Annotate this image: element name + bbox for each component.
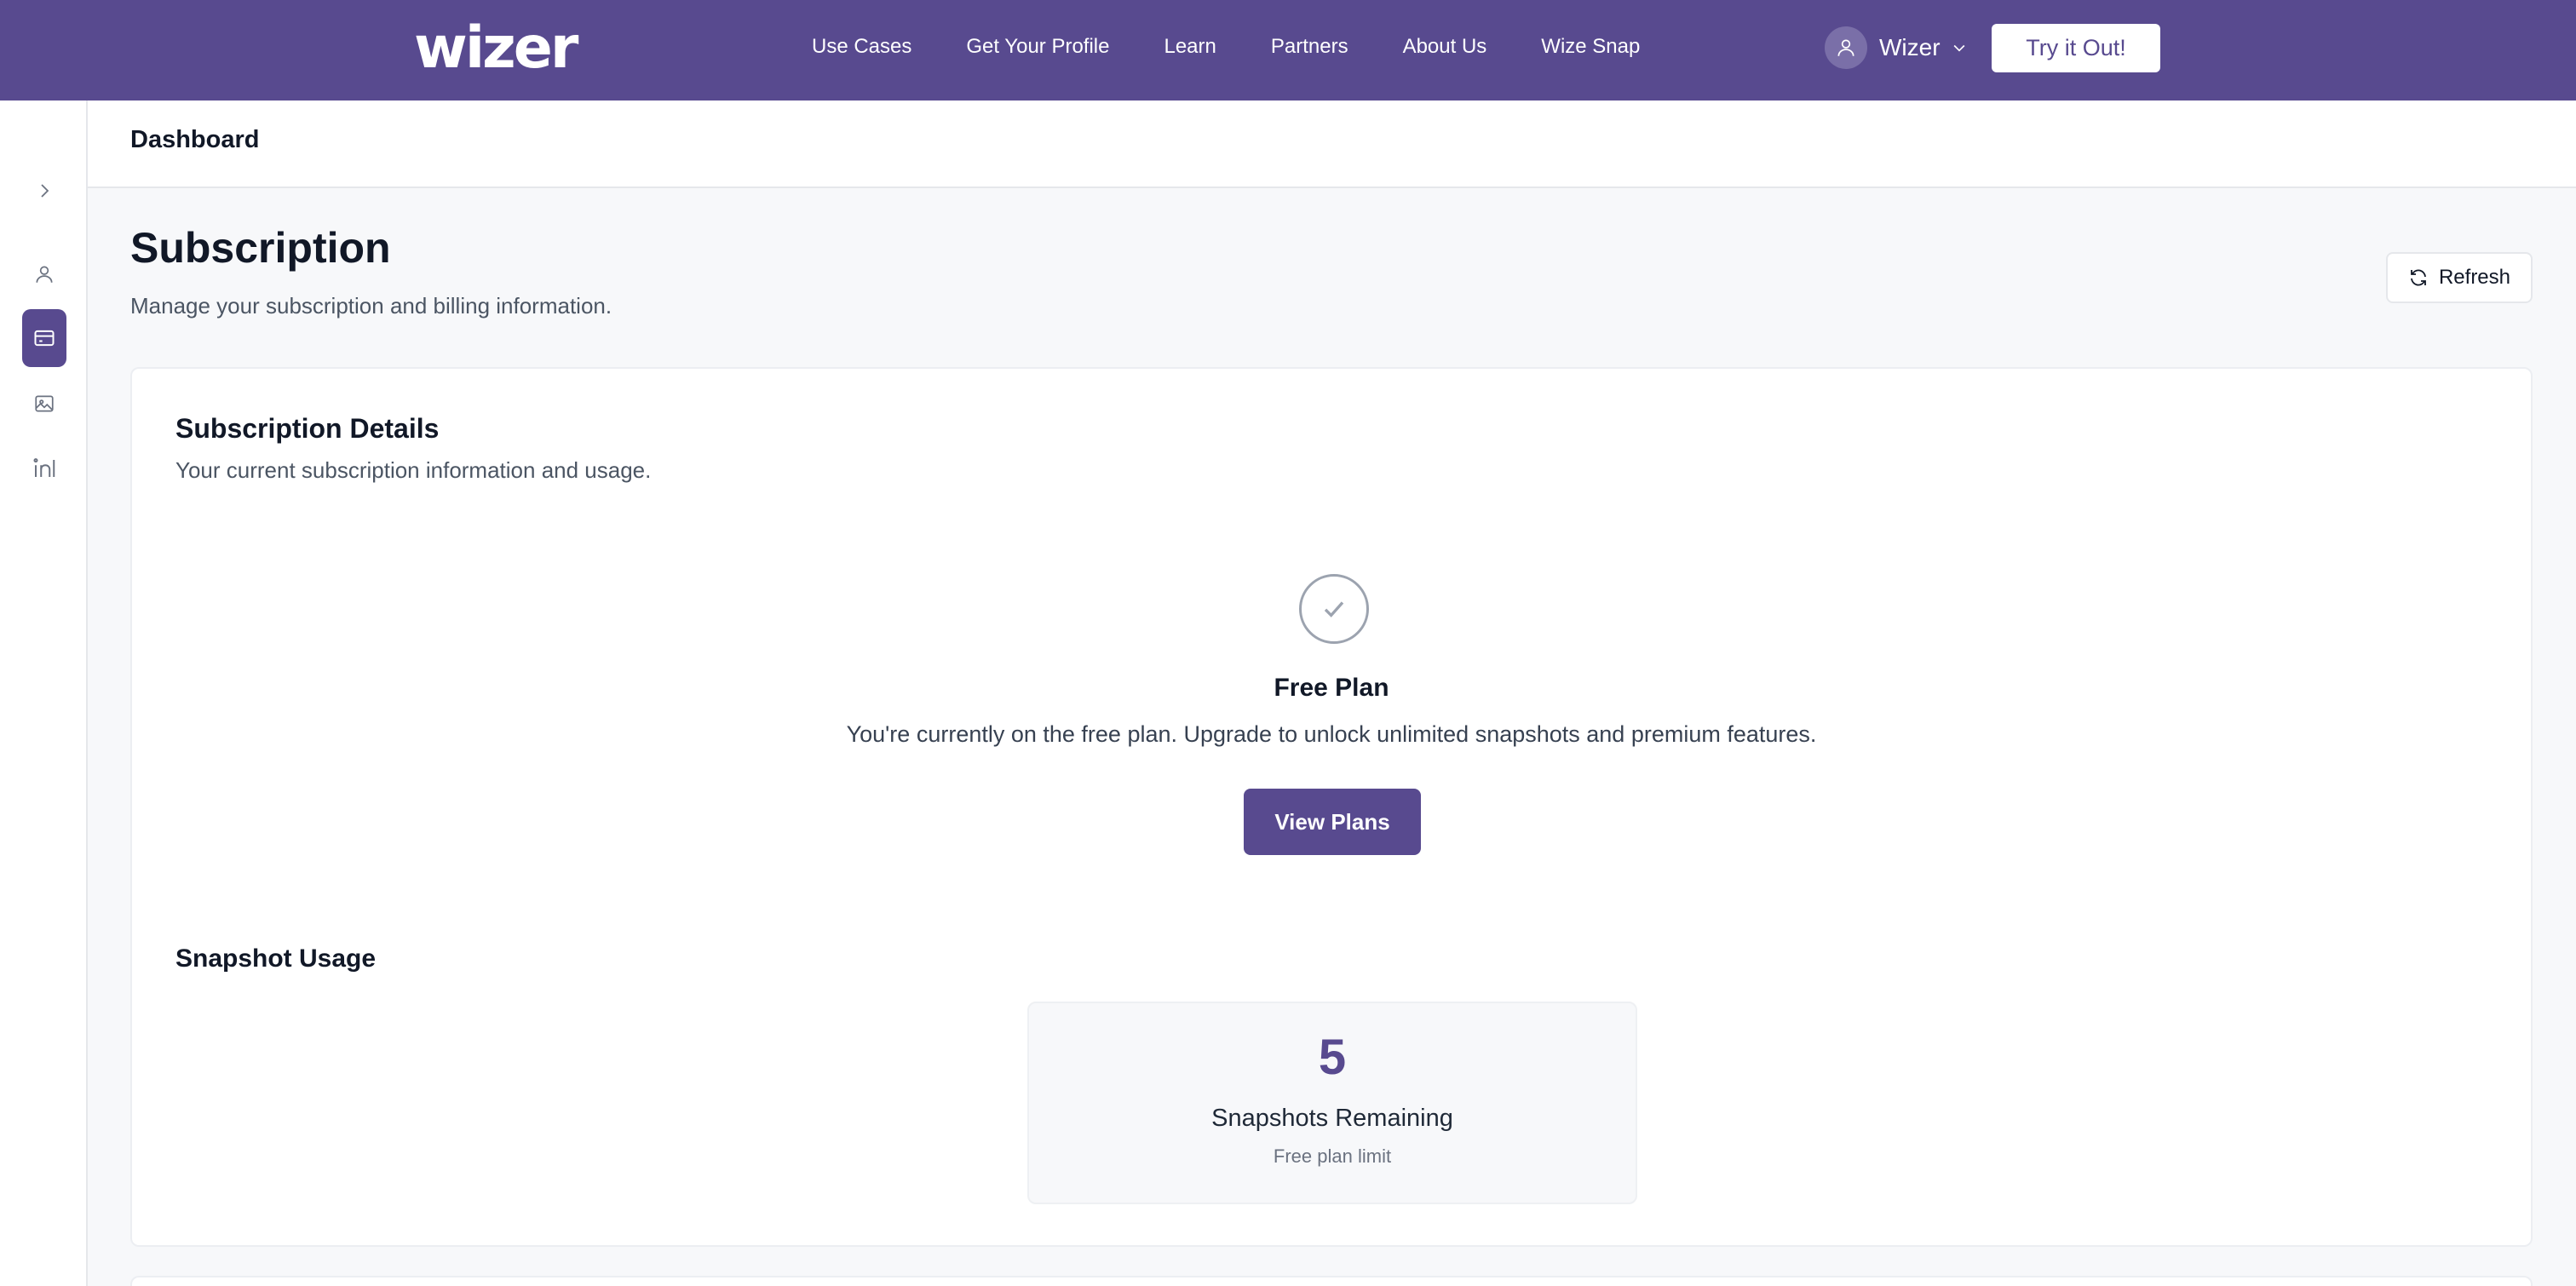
linkedin-icon [33,458,55,477]
credit-card-icon [34,330,55,347]
nav-link-learn[interactable]: Learn [1164,35,1216,59]
nav-link-partners[interactable]: Partners [1271,35,1348,59]
snapshots-remaining-count: 5 [1318,1030,1347,1085]
view-plans-button[interactable]: View Plans [1244,789,1421,855]
avatar [1825,26,1867,69]
nav-link-about-us[interactable]: About Us [1403,35,1487,59]
page-subtitle: Manage your subscription and billing inf… [130,293,612,319]
snapshot-usage-box: 5 Snapshots Remaining Free plan limit [1027,1002,1637,1204]
refresh-label: Refresh [2438,266,2511,289]
nav-link-get-your-profile[interactable]: Get Your Profile [966,35,1109,59]
nav-link-wize-snap[interactable]: Wize Snap [1541,35,1640,59]
user-menu[interactable]: Wizer [1825,26,1968,70]
sidebar-expand-toggle[interactable] [22,162,66,220]
subscription-details-card: Subscription Details Your current subscr… [130,367,2533,1247]
header-title: Dashboard [130,126,260,153]
chevron-right-icon [41,184,49,198]
image-icon [35,395,54,412]
refresh-button[interactable]: Refresh [2386,252,2533,303]
snapshots-remaining-label: Snapshots Remaining [1211,1105,1453,1132]
snapshot-usage-title: Snapshot Usage [175,944,377,973]
sidebar-item-images[interactable] [22,375,66,433]
card-title: Subscription Details [175,413,440,444]
plan-description: You're currently on the free plan. Upgra… [846,721,1817,747]
page-title: Subscription [130,224,391,272]
next-card-edge [130,1276,2533,1286]
sidebar-item-linkedin[interactable] [22,439,66,497]
main-nav: Use Cases Get Your Profile Learn Partner… [812,0,1694,94]
user-icon [1837,39,1854,56]
sidebar-item-profile[interactable] [22,245,66,303]
sidebar-item-subscription[interactable] [22,309,66,367]
wizer-logo[interactable]: wizer [414,19,578,78]
chevron-down-icon [1951,39,1968,56]
card-subtitle: Your current subscription information an… [175,457,652,483]
plan-name: Free Plan [1274,674,1389,702]
user-icon [36,266,53,283]
top-navbar: wizer Use Cases Get Your Profile Learn P… [0,0,2576,100]
plan-limit-note: Free plan limit [1273,1145,1392,1167]
refresh-icon [2411,269,2426,286]
user-name: Wizer [1879,34,1941,60]
try-it-out-button[interactable]: Try it Out! [1992,24,2160,72]
sidebar [0,100,88,1286]
check-circle-icon [1299,574,1369,644]
nav-link-use-cases[interactable]: Use Cases [812,35,911,59]
dashboard-header: Dashboard [88,100,2576,188]
